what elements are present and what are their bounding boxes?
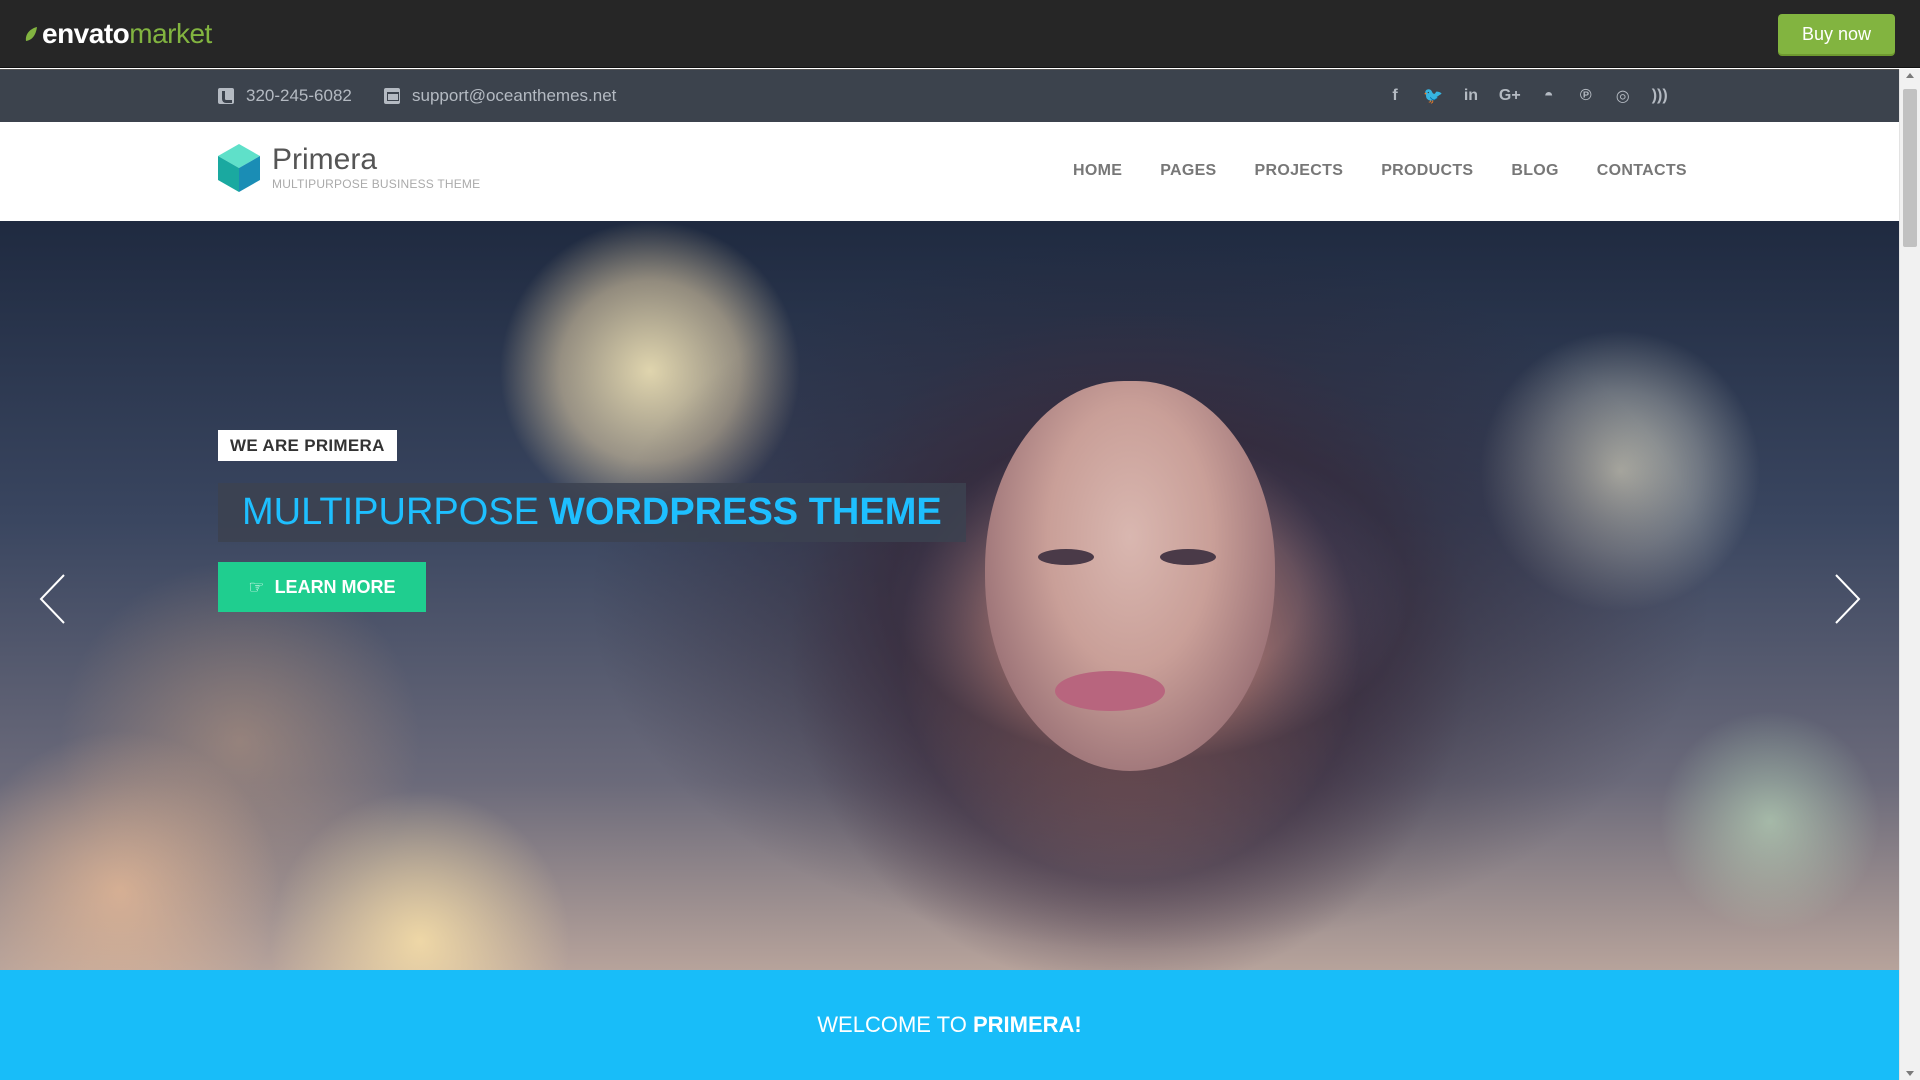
nav-projects[interactable]: PROJECTS	[1255, 162, 1344, 180]
hero-slider: WE ARE PRIMERA MULTIPURPOSE WORDPRESS TH…	[0, 221, 1899, 970]
site-logo[interactable]: Primera MULTIPURPOSE BUSINESS THEME	[218, 144, 480, 192]
main-nav: HOME PAGES PROJECTS PRODUCTS BLOG CONTAC…	[1073, 162, 1725, 180]
welcome-section: WELCOME TO PRIMERA!	[0, 970, 1899, 1080]
welcome-heading: WELCOME TO PRIMERA!	[0, 1012, 1899, 1038]
linkedin-icon[interactable]: in	[1462, 87, 1480, 105]
nav-pages[interactable]: PAGES	[1160, 162, 1216, 180]
learn-more-button[interactable]: ☞ LEARN MORE	[218, 562, 426, 612]
slider-next-arrow-icon[interactable]	[1832, 573, 1862, 625]
pinterest-icon[interactable]: ℗	[1577, 87, 1595, 105]
twitter-icon[interactable]: 🐦	[1423, 86, 1443, 106]
hero-image-lips	[1055, 671, 1165, 711]
learn-more-label: LEARN MORE	[274, 576, 396, 597]
scroll-up-arrow-icon[interactable]	[1906, 73, 1914, 78]
nav-contacts[interactable]: CONTACTS	[1597, 162, 1687, 180]
phone-icon	[218, 88, 234, 104]
page-scrollbar[interactable]	[1899, 69, 1920, 1080]
email-address[interactable]: support@oceanthemes.net	[412, 86, 616, 106]
hand-pointer-icon: ☞	[248, 576, 265, 597]
slide-title-light: MULTIPURPOSE	[242, 491, 540, 533]
brand-title: Primera	[272, 143, 378, 176]
envato-market-logo[interactable]: envato market	[24, 18, 212, 50]
welcome-brand: PRIMERA!	[972, 1012, 1082, 1037]
brand-subtitle: MULTIPURPOSE BUSINESS THEME	[272, 177, 481, 191]
email-contact[interactable]: support@oceanthemes.net	[384, 86, 616, 106]
hero-image-eye-left	[1038, 549, 1094, 565]
nav-home[interactable]: HOME	[1073, 162, 1122, 180]
slide-title: MULTIPURPOSE WORDPRESS THEME	[218, 483, 966, 542]
scroll-down-arrow-icon[interactable]	[1906, 1071, 1914, 1076]
market-logo-word: market	[129, 18, 212, 49]
slider-prev-arrow-icon[interactable]	[38, 573, 68, 625]
instagram-icon[interactable]: ◎	[1614, 86, 1632, 106]
buy-now-button[interactable]: Buy now	[1778, 14, 1895, 54]
nav-products[interactable]: PRODUCTS	[1381, 162, 1473, 180]
site-header: Primera MULTIPURPOSE BUSINESS THEME HOME…	[0, 122, 1899, 221]
envato-logo-word: envato	[42, 18, 130, 49]
rss-icon[interactable]: )))	[1651, 87, 1669, 105]
slide-badge: WE ARE PRIMERA	[218, 430, 397, 461]
scrollbar-thumb[interactable]	[1903, 89, 1917, 247]
hero-image-eye-right	[1160, 549, 1216, 565]
slide-title-bold: WORDPRESS THEME	[549, 491, 942, 533]
contact-topbar: 320-245-6082 support@oceanthemes.net f 🐦…	[0, 69, 1899, 122]
phone-number: 320-245-6082	[246, 86, 352, 105]
theme-page: 320-245-6082 support@oceanthemes.net f 🐦…	[0, 69, 1899, 1080]
google-plus-icon[interactable]: G+	[1499, 87, 1521, 105]
envato-market-bar: envato market Buy now	[0, 0, 1920, 68]
hero-image-face	[985, 381, 1275, 771]
nav-blog[interactable]: BLOG	[1511, 162, 1558, 180]
preview-frame: 320-245-6082 support@oceanthemes.net f 🐦…	[0, 69, 1920, 1080]
phone-contact: 320-245-6082	[218, 86, 352, 106]
github-icon[interactable]: ◓	[1540, 87, 1558, 105]
facebook-icon[interactable]: f	[1386, 87, 1404, 105]
social-links: f 🐦 in G+ ◓ ℗ ◎ )))	[1386, 86, 1688, 106]
envelope-icon	[384, 88, 400, 104]
cube-logo-icon	[218, 144, 260, 192]
leaf-icon	[25, 27, 37, 41]
welcome-prefix: WELCOME TO	[817, 1012, 973, 1037]
